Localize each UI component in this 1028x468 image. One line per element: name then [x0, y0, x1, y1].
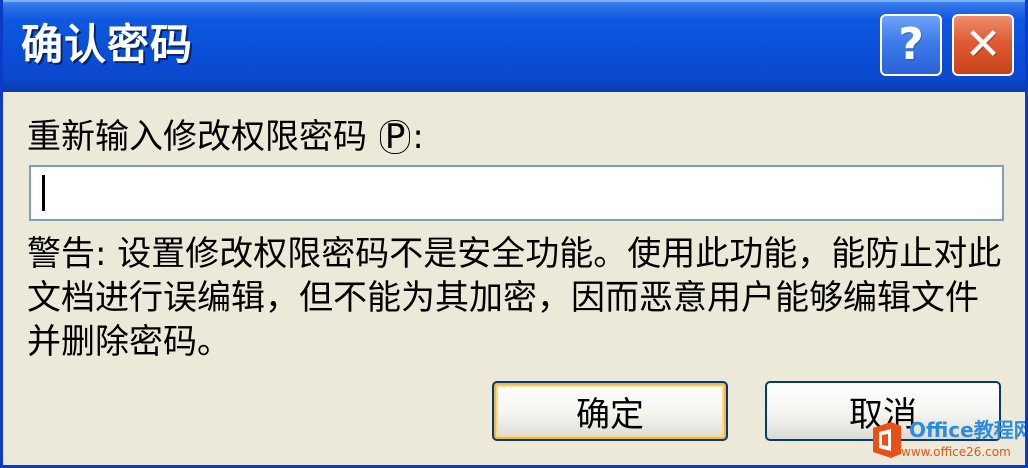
password-prompt-label: 重新输入修改权限密码 P:: [27, 114, 424, 160]
help-button[interactable]: ?: [880, 14, 942, 76]
help-icon: ?: [898, 19, 924, 70]
prompt-colon: :: [412, 117, 424, 157]
dialog-title: 确认密码: [21, 20, 194, 69]
accelerator-key: P: [379, 120, 411, 154]
confirm-password-dialog: 确认密码 ? ✕ 重新输入修改权限密码 P: 警告: 设置修改权限密码不是安全功…: [0, 0, 1028, 468]
warning-text: 警告: 设置修改权限密码不是安全功能。使用此功能，能防止对此文档进行误编辑，但不…: [27, 234, 1002, 362]
title-bar[interactable]: 确认密码 ? ✕: [3, 0, 1025, 92]
close-icon: ✕: [964, 19, 1002, 70]
text-caret: [42, 175, 45, 211]
ok-button[interactable]: 确定: [492, 381, 728, 441]
cancel-button[interactable]: 取消: [765, 381, 1001, 441]
prompt-text: 重新输入修改权限密码: [27, 117, 378, 157]
close-button[interactable]: ✕: [952, 14, 1014, 76]
password-input[interactable]: [29, 165, 1004, 221]
watermark-url: www.office26.com: [901, 445, 1011, 459]
